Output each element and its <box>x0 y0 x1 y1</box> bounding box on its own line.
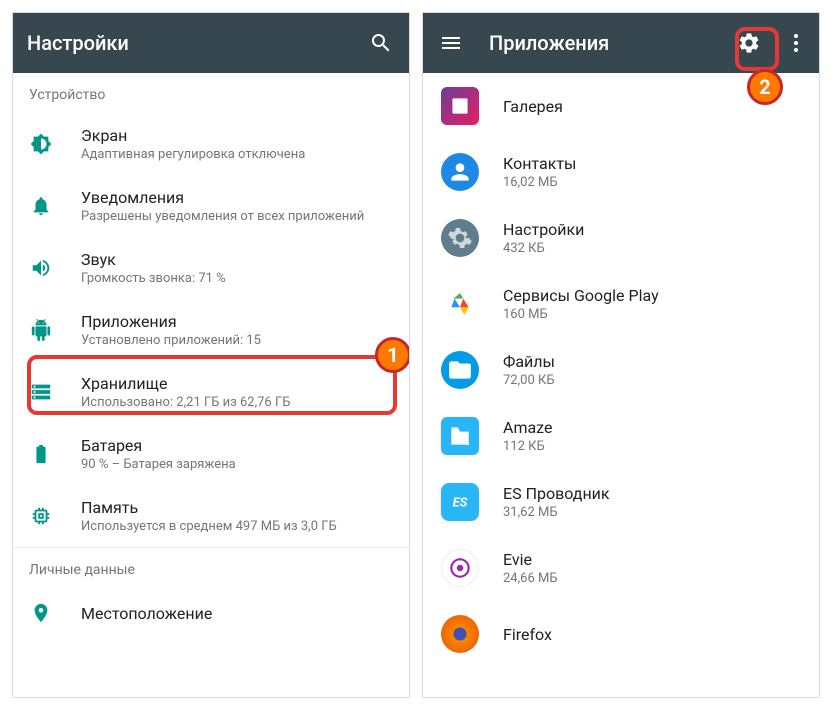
contacts-icon <box>441 153 479 191</box>
item-sub: Громкость звонка: 71 % <box>81 271 393 286</box>
battery-icon <box>29 442 53 466</box>
gear-icon[interactable] <box>735 29 763 57</box>
app-title: Файлы <box>503 352 801 371</box>
settings-screen: Настройки Устройство Экран Адаптивная ре… <box>12 12 410 698</box>
item-title: Память <box>81 498 393 517</box>
app-title: Firefox <box>503 625 801 644</box>
app-contacts[interactable]: Контакты 16,02 МБ <box>423 139 819 205</box>
memory-icon <box>29 504 53 528</box>
item-sub: Использовано: 2,21 ГБ из 62,76 ГБ <box>81 395 393 410</box>
app-sub: 16,02 МБ <box>503 175 801 190</box>
brightness-icon <box>29 132 53 156</box>
settings-app-icon <box>441 219 479 257</box>
app-sub: 432 КБ <box>503 241 801 256</box>
item-title: Уведомления <box>81 188 393 207</box>
appbar: Приложения <box>423 13 819 73</box>
app-title: Сервисы Google Play <box>503 286 801 305</box>
section-personal: Личные данные <box>13 547 409 588</box>
section-device: Устройство <box>13 73 409 113</box>
item-battery[interactable]: Батарея 90 % – Батарея заряжена <box>13 423 409 485</box>
item-title: Звук <box>81 250 393 269</box>
android-icon <box>29 318 53 342</box>
app-es-explorer[interactable]: ES ES Проводник 31,62 МБ <box>423 469 819 535</box>
settings-list: Устройство Экран Адаптивная регулировка … <box>13 73 409 697</box>
item-title: Экран <box>81 126 393 145</box>
item-memory[interactable]: Память Используется в среднем 497 МБ из … <box>13 485 409 547</box>
badge-2: 2 <box>747 69 783 105</box>
bell-icon <box>29 194 53 218</box>
app-evie[interactable]: Evie 24,66 МБ <box>423 535 819 601</box>
app-title: Amaze <box>503 418 801 437</box>
page-title: Настройки <box>27 31 343 55</box>
item-title: Местоположение <box>81 604 393 623</box>
app-sub: 24,66 МБ <box>503 571 801 586</box>
item-sub: 90 % – Батарея заряжена <box>81 457 393 472</box>
svg-text:ES: ES <box>453 495 468 510</box>
app-title: Контакты <box>503 154 801 173</box>
item-sub: Установлено приложений: 15 <box>81 333 393 348</box>
app-sub: 160 МБ <box>503 307 801 322</box>
item-sub: Разрешены уведомления от всех приложений <box>81 209 393 224</box>
item-sound[interactable]: Звук Громкость звонка: 71 % <box>13 237 409 299</box>
files-icon <box>441 351 479 389</box>
appbar: Настройки <box>13 13 409 73</box>
item-notifications[interactable]: Уведомления Разрешены уведомления от все… <box>13 175 409 237</box>
item-title: Хранилище <box>81 374 393 393</box>
item-storage[interactable]: Хранилище Использовано: 2,21 ГБ из 62,76… <box>13 361 409 423</box>
play-services-icon <box>441 285 479 323</box>
item-sub: Используется в среднем 497 МБ из 3,0 ГБ <box>81 519 393 534</box>
amaze-icon <box>441 417 479 455</box>
item-sub: Адаптивная регулировка отключена <box>81 147 393 162</box>
firefox-icon <box>441 615 479 653</box>
volume-icon <box>29 256 53 280</box>
app-amaze[interactable]: Amaze 112 КБ <box>423 403 819 469</box>
menu-icon[interactable] <box>437 29 465 57</box>
app-sub: 72,00 КБ <box>503 373 801 388</box>
app-title: Настройки <box>503 220 801 239</box>
location-icon <box>29 601 53 625</box>
app-settings[interactable]: Настройки 432 КБ <box>423 205 819 271</box>
item-apps[interactable]: Приложения Установлено приложений: 15 <box>13 299 409 361</box>
gallery-icon <box>441 87 479 125</box>
app-sub: 112 КБ <box>503 439 801 454</box>
storage-icon <box>29 380 53 404</box>
app-play-services[interactable]: Сервисы Google Play 160 МБ <box>423 271 819 337</box>
item-display[interactable]: Экран Адаптивная регулировка отключена <box>13 113 409 175</box>
item-title: Батарея <box>81 436 393 455</box>
overflow-icon[interactable] <box>787 29 805 57</box>
apps-screen: Приложения Галерея Контакты16,02 МБ Наст… <box>422 12 820 698</box>
app-sub: 31,62 МБ <box>503 505 801 520</box>
item-title: Приложения <box>81 312 393 331</box>
evie-icon <box>441 549 479 587</box>
app-title: ES Проводник <box>503 484 801 503</box>
apps-list: Галерея Контакты16,02 МБ Настройки432 КБ… <box>423 73 819 697</box>
search-icon[interactable] <box>367 29 395 57</box>
app-files[interactable]: Файлы 72,00 КБ <box>423 337 819 403</box>
app-firefox[interactable]: Firefox <box>423 601 819 667</box>
app-title: Evie <box>503 550 801 569</box>
badge-1: 1 <box>375 337 410 373</box>
item-location[interactable]: Местоположение <box>13 588 409 638</box>
page-title: Приложения <box>489 31 711 55</box>
es-icon: ES <box>441 483 479 521</box>
